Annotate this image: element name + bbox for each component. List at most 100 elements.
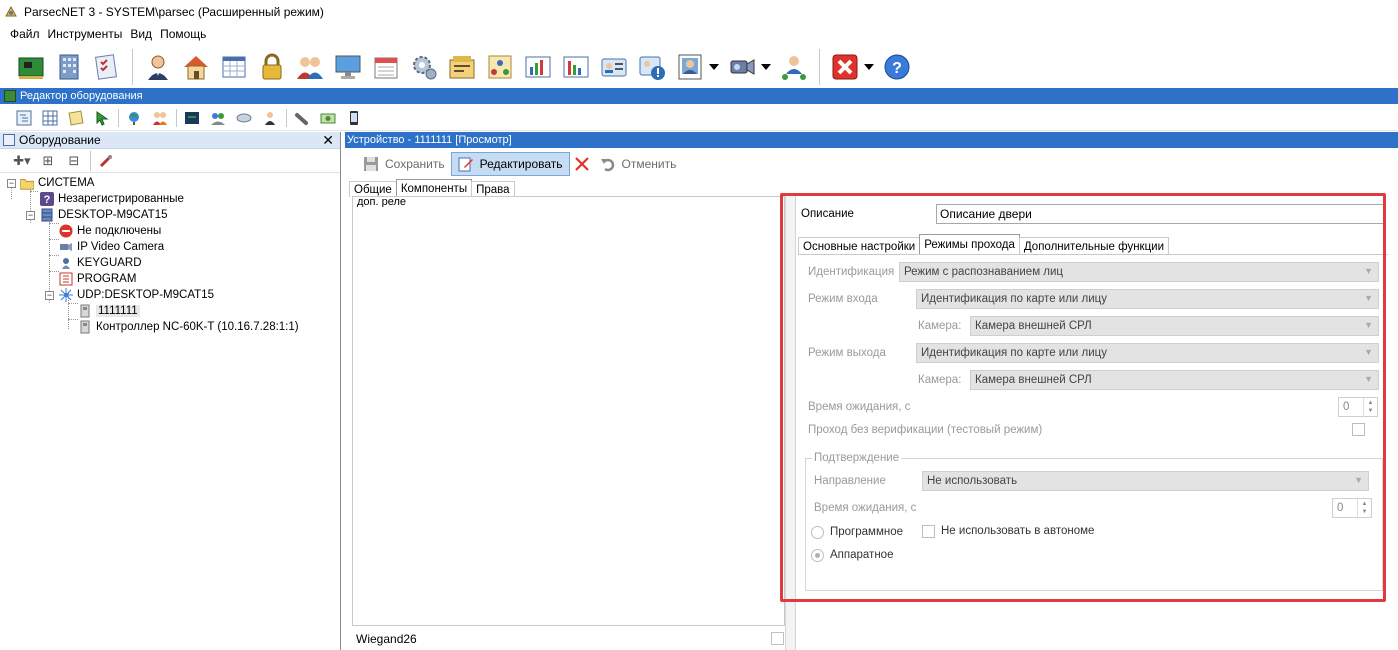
link-icon[interactable] [292, 108, 312, 128]
exit-mode-select[interactable]: Идентификация по карте или лицу ▼ [916, 343, 1379, 363]
tree-node-system[interactable]: СИСТЕМА [20, 175, 94, 191]
board-icon[interactable] [14, 50, 48, 84]
menu-bar: Файл Инструменты Вид Помощь [0, 24, 1398, 44]
wiegand-checkbox[interactable] [771, 632, 784, 645]
menu-file[interactable]: Файл [10, 27, 40, 41]
tab-extra-functions[interactable]: Дополнительные функции [1018, 237, 1170, 255]
list-item[interactable]: доп. реле [353, 197, 784, 207]
bar-chart-icon[interactable] [521, 50, 555, 84]
wait-time-stepper[interactable]: 0 ▲ ▼ [1338, 397, 1378, 417]
chevron-down-icon: ▼ [1364, 320, 1373, 330]
users-icon[interactable] [150, 108, 170, 128]
confirm-wait-stepper[interactable]: 0 ▲ ▼ [1332, 498, 1372, 518]
folder-icon [20, 176, 34, 190]
drive-icon[interactable] [234, 108, 254, 128]
org-chart-icon[interactable] [483, 50, 517, 84]
camera-dropdown-icon[interactable] [761, 50, 771, 84]
tree-node-keyguard[interactable]: KEYGUARD [59, 255, 142, 271]
entry-camera-select[interactable]: Камера внешней СРЛ ▼ [970, 316, 1379, 336]
photo-dropdown-icon[interactable] [709, 50, 719, 84]
menu-view[interactable]: Вид [130, 27, 152, 41]
group-icon[interactable] [293, 50, 327, 84]
identification-select[interactable]: Режим с распознаванием лиц ▼ [899, 262, 1379, 282]
tab-basic-settings[interactable]: Основные настройки [798, 237, 921, 255]
lock-icon[interactable] [255, 50, 289, 84]
checklist-icon[interactable] [90, 50, 124, 84]
add-icon[interactable]: ✚▾ [12, 151, 32, 171]
terminal-icon[interactable] [182, 108, 202, 128]
tree-node-controller[interactable]: Контроллер NC-60K-T (10.16.7.28:1:1) [78, 319, 299, 335]
report-icon[interactable] [445, 50, 479, 84]
expand-all-icon[interactable]: ⊞ [38, 151, 58, 171]
description-label: Описание [801, 208, 854, 220]
direction-select[interactable]: Не использовать ▼ [922, 471, 1369, 491]
person-icon[interactable] [141, 50, 175, 84]
network-user-icon[interactable] [777, 50, 811, 84]
tree-node-program[interactable]: PROGRAM [59, 271, 136, 287]
calendar-grid-icon[interactable] [217, 50, 251, 84]
grid-view-icon[interactable] [40, 108, 60, 128]
confirmation-group-title: Подтверждение [812, 452, 902, 464]
delete-button[interactable] [570, 152, 594, 176]
exit-camera-select[interactable]: Камера внешней СРЛ ▼ [970, 370, 1379, 390]
operator-icon[interactable] [260, 108, 280, 128]
menu-tools[interactable]: Инструменты [48, 27, 123, 41]
tree-node-udp[interactable]: UDP:DESKTOP-M9CAT15 [59, 287, 214, 303]
tab-pass-modes[interactable]: Режимы прохода [919, 234, 1020, 255]
tree-view-icon[interactable] [14, 108, 34, 128]
tree-node-not-connected[interactable]: Не подключены [59, 223, 161, 239]
tab-rights[interactable]: Права [471, 181, 515, 197]
tree-node-desktop[interactable]: DESKTOP-M9CAT15 [40, 207, 168, 223]
phone-icon[interactable] [344, 108, 364, 128]
photo-icon[interactable] [673, 50, 707, 84]
software-radio[interactable] [811, 526, 824, 539]
hardware-radio[interactable] [811, 549, 824, 562]
network-icon [59, 288, 73, 302]
wiegand-label: Wiegand26 [356, 632, 417, 646]
cancel-button[interactable]: Отменить [594, 152, 683, 176]
hardware-label: Аппаратное [830, 549, 894, 561]
toolbar-separator [819, 48, 820, 85]
splitter[interactable] [785, 196, 796, 650]
tree-node-ip-camera[interactable]: IP Video Camera [59, 239, 164, 255]
device-tabs: Общие Компоненты Права [349, 179, 515, 197]
tab-components[interactable]: Компоненты [395, 179, 473, 197]
menu-help[interactable]: Помощь [160, 27, 206, 41]
equipment-tree-icon [3, 134, 15, 146]
no-autonomous-checkbox[interactable] [922, 525, 935, 538]
collapse-all-icon[interactable]: ⊟ [64, 151, 84, 171]
bar-chart-2-icon[interactable] [559, 50, 593, 84]
camera-icon [59, 240, 73, 254]
user-group-icon[interactable] [208, 108, 228, 128]
globe-icon[interactable] [124, 108, 144, 128]
id-card-icon[interactable] [597, 50, 631, 84]
monitor-icon[interactable] [331, 50, 365, 84]
close-dropdown-icon[interactable] [864, 50, 874, 84]
edit-button[interactable]: Редактировать [450, 152, 570, 176]
save-button[interactable]: Сохранить [357, 152, 451, 176]
tree-node-unregistered[interactable]: ? Незарегистрированные [40, 191, 184, 207]
building-icon[interactable] [52, 50, 86, 84]
notes-icon[interactable] [66, 108, 86, 128]
close-red-icon[interactable] [828, 50, 862, 84]
title-bar: ParsecNET 3 - SYSTEM\parsec (Расширенный… [0, 0, 1398, 23]
schedule-icon[interactable] [369, 50, 403, 84]
cursor-icon[interactable] [92, 108, 112, 128]
house-icon[interactable] [179, 50, 213, 84]
description-input[interactable]: Описание двери [936, 204, 1386, 224]
tools-icon[interactable] [90, 150, 113, 171]
equipment-panel-header: Оборудование ✕ [0, 132, 340, 149]
tree-node-device-1111111[interactable]: 1111111 [78, 303, 140, 319]
cancel-label: Отменить [621, 157, 677, 171]
camera-icon[interactable] [725, 50, 759, 84]
close-icon[interactable]: ✕ [322, 132, 334, 149]
money-icon[interactable] [318, 108, 338, 128]
editor-title-bar: Редактор оборудования [0, 88, 1398, 104]
settings-gear-icon[interactable] [407, 50, 441, 84]
tab-general[interactable]: Общие [349, 181, 397, 197]
no-verify-checkbox[interactable] [1352, 423, 1365, 436]
warning-card-icon[interactable] [635, 50, 669, 84]
help-icon[interactable]: ? [880, 50, 914, 84]
entry-mode-select[interactable]: Идентификация по карте или лицу ▼ [916, 289, 1379, 309]
exit-camera-label: Камера: [918, 374, 962, 386]
